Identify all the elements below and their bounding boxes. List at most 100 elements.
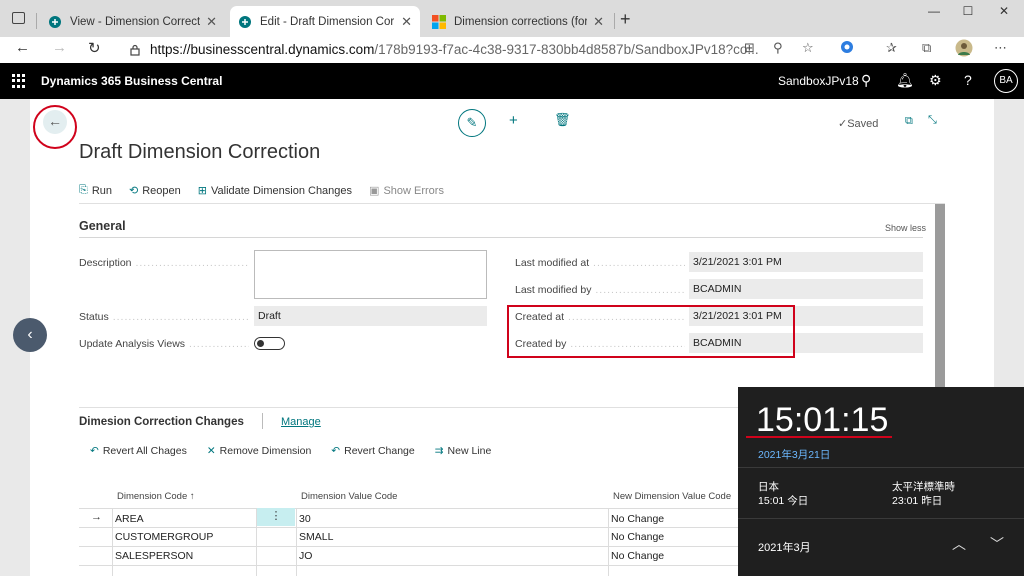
- grid-line: [79, 508, 739, 509]
- zone1-time: 15:01 今日: [758, 495, 809, 507]
- window-close-icon[interactable]: ✕: [984, 4, 1024, 18]
- help-icon[interactable]: ?: [964, 72, 972, 88]
- page-title: Draft Dimension Correction: [79, 141, 321, 163]
- refresh-icon[interactable]: ↻: [88, 39, 101, 57]
- app-available-icon[interactable]: ⊞: [744, 40, 755, 56]
- action-bar: ⎘ Run ⟲ Reopen ⊞ Validate Dimension Changes…: [79, 184, 444, 197]
- lock-icon: [130, 44, 140, 56]
- cell-dimension-value[interactable]: SMALL: [299, 531, 333, 543]
- validate-button[interactable]: ⊞ Validate Dimension Changes: [197, 184, 352, 198]
- saved-status: ✓Saved: [838, 118, 879, 130]
- scrollbar[interactable]: [935, 204, 945, 392]
- add-icon[interactable]: +: [509, 112, 518, 129]
- update-analysis-toggle[interactable]: [254, 337, 285, 350]
- separator: [262, 413, 263, 429]
- show-less-link[interactable]: Show less: [885, 223, 926, 233]
- cell-dimension-value[interactable]: JO: [299, 550, 312, 562]
- calendar-month[interactable]: 2021年3月: [758, 539, 811, 555]
- revert-icon: ↶: [90, 445, 99, 457]
- changes-heading: Dimesion Correction Changes: [79, 416, 244, 428]
- clock-date[interactable]: 2021年3月21日: [758, 447, 830, 462]
- remove-dimension-button[interactable]: ✕ Remove Dimension: [207, 445, 311, 457]
- revert-all-button[interactable]: ↶ Revert All Chages: [90, 445, 187, 457]
- forward-arrow-icon[interactable]: →: [52, 39, 67, 56]
- extension-icon[interactable]: [840, 40, 854, 57]
- close-icon[interactable]: ✕: [206, 14, 217, 30]
- reopen-icon: ⟲: [129, 185, 139, 197]
- favorites-icon[interactable]: ✰: [886, 40, 897, 56]
- changes-action-bar: ↶ Revert All Chages ✕ Remove Dimension ↶ Re…: [90, 445, 491, 457]
- edit-pencil-icon[interactable]: ✎: [458, 109, 486, 137]
- notifications-bell-icon[interactable]: 🔔︎: [896, 72, 914, 89]
- status-value: Draft: [254, 306, 487, 326]
- new-tab-button[interactable]: +: [620, 9, 631, 30]
- grid-line: [79, 527, 739, 528]
- cell-dimension-value[interactable]: 30: [299, 513, 311, 525]
- cell-dimension-code[interactable]: AREA: [115, 513, 144, 525]
- tab-actions-icon[interactable]: [12, 12, 25, 24]
- description-label: Description: [79, 257, 249, 269]
- open-new-window-icon[interactable]: ⧉: [905, 115, 913, 128]
- reopen-button[interactable]: ⟲ Reopen: [129, 184, 181, 198]
- settings-gear-icon[interactable]: ⚙: [929, 72, 942, 89]
- remove-x-icon: ✕: [206, 445, 216, 457]
- microsoft-logo-icon: [432, 14, 446, 29]
- show-errors-button[interactable]: ▣ Show Errors: [369, 184, 444, 198]
- clock-time: 15:01:15: [756, 401, 889, 439]
- tab-separator: [36, 13, 37, 29]
- chevron-up-icon[interactable]: ︿: [952, 534, 966, 554]
- maximize-icon[interactable]: ☐: [948, 4, 988, 18]
- clock-flyout: 15:01:15 2021年3月21日 日本 15:01 今日 太平洋標準時 2…: [738, 387, 1024, 576]
- address-bar-row: ← → ↻ https://businesscentral.dynamics.c…: [0, 37, 1024, 63]
- last-modified-at-value: 3/21/2021 3:01 PM: [689, 252, 923, 272]
- more-options-icon[interactable]: ⋯: [994, 40, 1007, 56]
- app-header: Dynamics 365 Business Central SandboxJPv…: [0, 63, 1024, 99]
- last-modified-by-label: Last modified by: [515, 284, 685, 296]
- favorite-add-icon[interactable]: ☆: [802, 40, 814, 56]
- profile-icon[interactable]: [955, 39, 973, 60]
- revert-change-button[interactable]: ↶ Revert Change: [331, 445, 414, 457]
- browser-tab-view[interactable]: View - Dimension Corrections - D ✕: [40, 6, 225, 37]
- zoom-icon[interactable]: ⚲: [773, 40, 783, 56]
- column-header-dimension-code[interactable]: Dimension Code ↑: [117, 491, 195, 502]
- environment-name[interactable]: SandboxJPv18: [778, 74, 859, 88]
- cell-new-dimension-value[interactable]: No Change: [611, 531, 664, 543]
- browser-tab-edit[interactable]: Edit - Draft Dimension Correctio ✕: [230, 6, 420, 37]
- chevron-down-icon[interactable]: ﹀: [990, 534, 1004, 554]
- avatar[interactable]: BA: [994, 69, 1018, 93]
- product-name: Dynamics 365 Business Central: [41, 74, 223, 88]
- validate-icon: ⊞: [197, 185, 207, 197]
- collections-icon[interactable]: ⧉: [922, 40, 931, 56]
- manage-link[interactable]: Manage: [281, 416, 321, 428]
- annotation-rectangle: [507, 305, 795, 358]
- bc-favicon-icon: [239, 15, 251, 28]
- cell-dimension-code[interactable]: CUSTOMERGROUP: [115, 531, 213, 543]
- close-icon[interactable]: ✕: [593, 14, 604, 30]
- cell-new-dimension-value[interactable]: No Change: [611, 550, 664, 562]
- collapse-icon[interactable]: ⤡: [928, 114, 937, 127]
- grid-line: [79, 546, 739, 547]
- check-icon: ✓: [838, 118, 848, 130]
- description-field[interactable]: [254, 250, 487, 299]
- zone2-name: 太平洋標準時: [892, 481, 955, 493]
- run-button[interactable]: ⎘ Run: [79, 184, 112, 197]
- section-general-heading[interactable]: General: [79, 219, 126, 233]
- app-launcher-icon[interactable]: [12, 74, 26, 88]
- annotation-underline: [746, 436, 892, 438]
- cell-dimension-code[interactable]: SALESPERSON: [115, 550, 193, 562]
- new-line-button[interactable]: ⇉ New Line: [435, 445, 492, 457]
- column-header-new-dimension-value-code[interactable]: New Dimension Value Code: [613, 491, 731, 502]
- previous-page-chevron-icon[interactable]: ‹: [13, 318, 47, 352]
- back-arrow-icon[interactable]: ←: [15, 39, 30, 56]
- toggle-knob: [257, 340, 264, 347]
- errors-icon: ▣: [369, 185, 380, 197]
- cell-new-dimension-value[interactable]: No Change: [611, 513, 664, 525]
- delete-trash-icon[interactable]: 🗑︎: [554, 112, 571, 128]
- browser-tab-docs[interactable]: Dimension corrections (for G/L E ✕: [424, 6, 612, 37]
- revert-icon: ↶: [331, 445, 341, 457]
- close-icon[interactable]: ✕: [401, 14, 412, 30]
- update-analysis-label: Update Analysis Views: [79, 338, 249, 350]
- column-header-dimension-value-code[interactable]: Dimension Value Code: [301, 491, 397, 502]
- search-icon[interactable]: ⚲: [861, 72, 871, 89]
- row-actions-icon[interactable]: ⋮: [257, 508, 295, 526]
